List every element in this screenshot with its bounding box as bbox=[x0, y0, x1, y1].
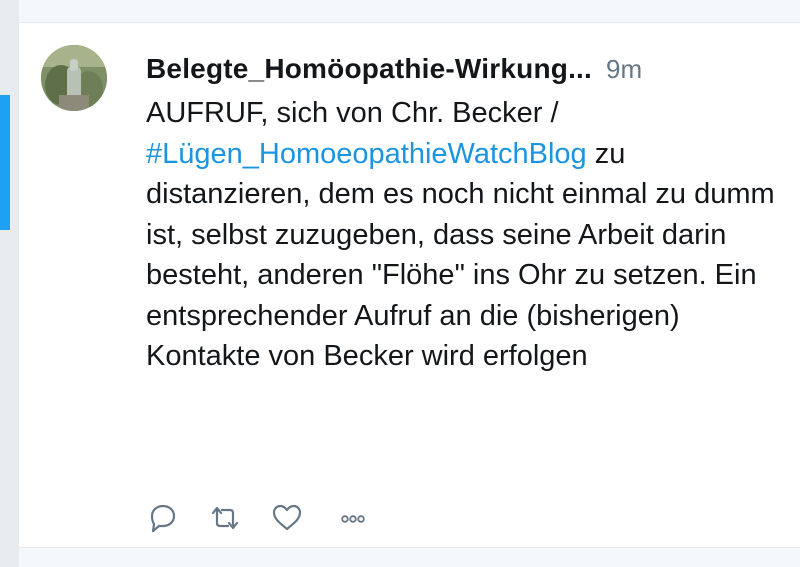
retweet-icon bbox=[211, 506, 239, 530]
hashtag-link[interactable]: #Lügen_HomoeopathieWatchBlog bbox=[146, 138, 587, 170]
reply-button[interactable] bbox=[146, 501, 180, 535]
tweet-actions bbox=[146, 501, 426, 535]
more-icon bbox=[341, 515, 365, 523]
tweet-header: Belegte_Homöopathie-Wirkung... 9m bbox=[146, 53, 786, 91]
like-button[interactable] bbox=[270, 501, 304, 535]
tweet-card[interactable]: Belegte_Homöopathie-Wirkung... 9m AUFRUF,… bbox=[19, 23, 800, 547]
avatar[interactable] bbox=[41, 45, 107, 111]
tweet-text: AUFRUF, sich von Chr. Becker / #Lügen_Hom… bbox=[146, 93, 786, 377]
heart-icon bbox=[272, 504, 302, 531]
retweet-button[interactable] bbox=[208, 501, 242, 535]
more-button[interactable] bbox=[336, 501, 370, 535]
tweet-text-part2: zu distanzieren, dem es noch nicht einma… bbox=[146, 137, 775, 373]
tweet-timestamp[interactable]: 9m bbox=[606, 54, 642, 84]
timeline-panel: Belegte_Homöopathie-Wirkung... 9m AUFRUF,… bbox=[18, 0, 800, 567]
column-accent-bar bbox=[0, 95, 10, 230]
previous-tweet-edge bbox=[19, 0, 800, 23]
reply-icon bbox=[150, 504, 176, 533]
author-name[interactable]: Belegte_Homöopathie-Wirkung... bbox=[146, 53, 592, 84]
tweet-text-part1: AUFRUF, sich von Chr. Becker / bbox=[146, 97, 559, 129]
next-tweet-edge bbox=[19, 547, 800, 567]
timeline-view: Belegte_Homöopathie-Wirkung... 9m AUFRUF,… bbox=[0, 0, 800, 567]
avatar-image bbox=[41, 45, 107, 111]
